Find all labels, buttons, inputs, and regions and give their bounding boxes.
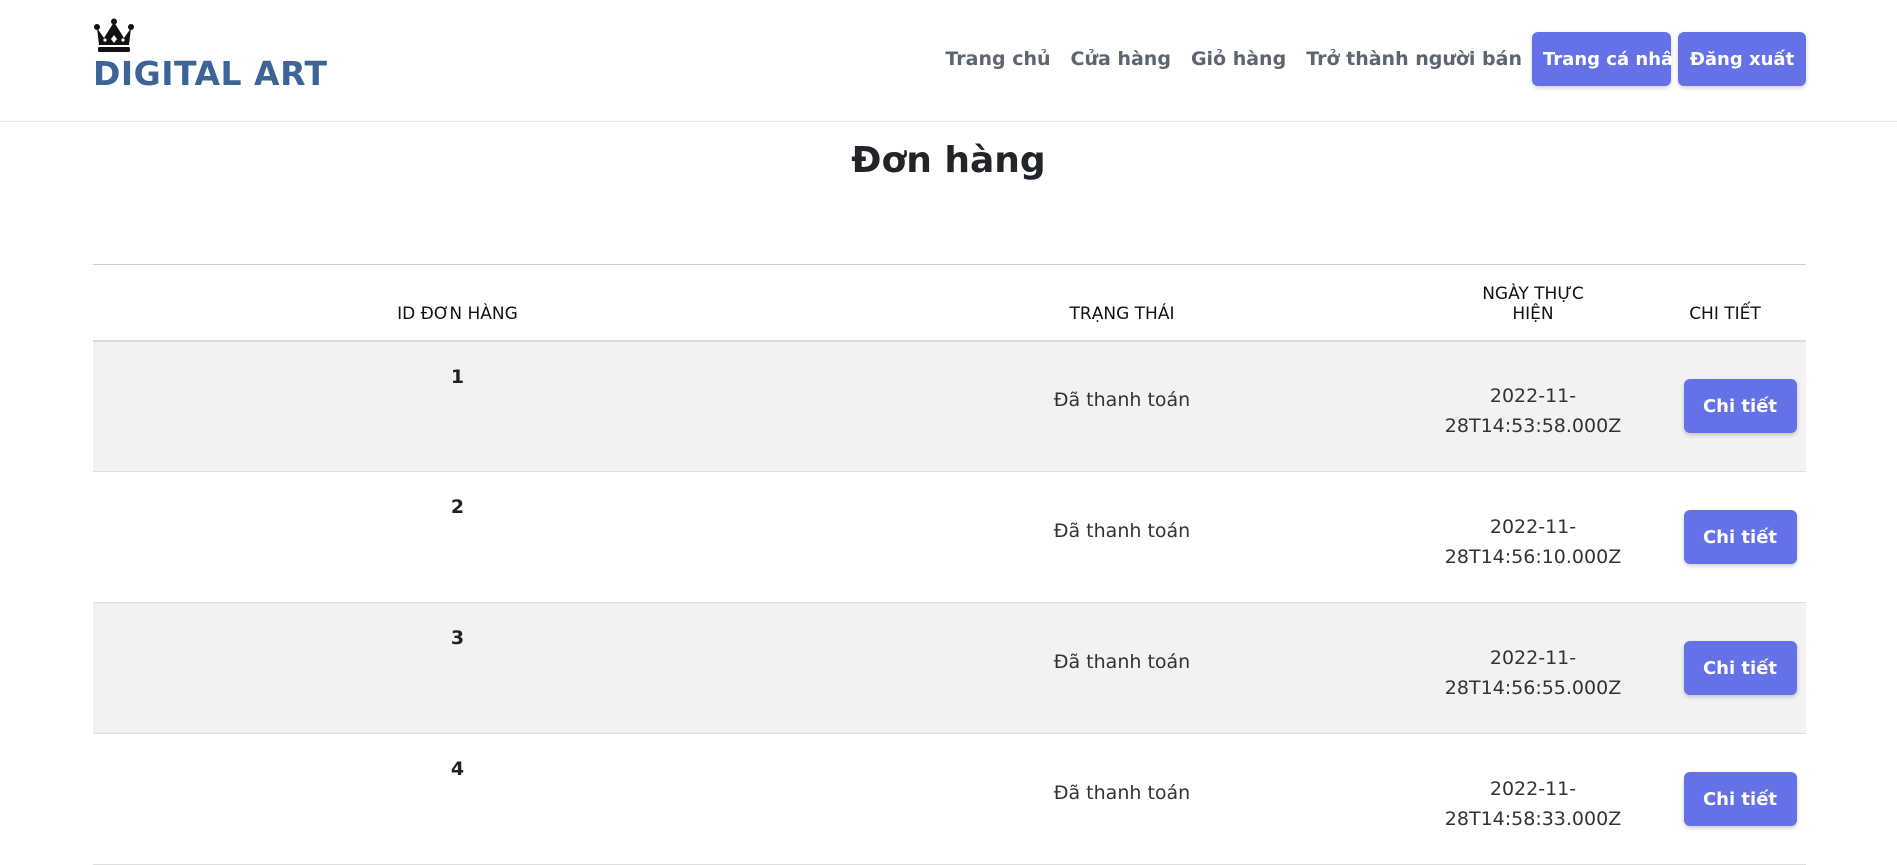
header-status: TRẠNG THÁI: [1069, 303, 1175, 324]
table-row: 4 Đã thanh toán 2022-11- 28T14:58:33.000…: [93, 733, 1806, 865]
main-nav: Trang chủ Cửa hàng Giỏ hàng Trở thành ng…: [945, 32, 1806, 86]
order-date-cell: 2022-11- 28T14:58:33.000Z: [1422, 734, 1644, 865]
order-date-line1: 2022-11-: [1489, 385, 1577, 408]
nav-link-home[interactable]: Trang chủ: [945, 48, 1050, 70]
order-date-line2: 28T14:56:10.000Z: [1444, 546, 1622, 568]
header-date-line1: NGÀY THỰC: [1482, 283, 1584, 304]
order-status-cell: Đã thanh toán: [1053, 520, 1191, 542]
order-action-cell: Chi tiết: [1644, 734, 1806, 865]
order-id-cell: 2: [450, 496, 465, 518]
order-date-line2: 28T14:53:58.000Z: [1444, 415, 1622, 438]
nav-link-become-seller[interactable]: Trở thành người bán: [1306, 48, 1522, 70]
site-header: DIGITAL ART Trang chủ Cửa hàng Giỏ hàng …: [0, 0, 1897, 122]
order-status-cell: Đã thanh toán: [1053, 782, 1191, 804]
nav-link-shop[interactable]: Cửa hàng: [1071, 48, 1171, 70]
order-date-line1: 2022-11-: [1489, 778, 1577, 800]
header-date: NGÀY THỰC HIỆN: [1422, 265, 1644, 341]
table-header-row: ID ĐƠN HÀNG TRẠNG THÁI NGÀY THỰC HIỆN CH…: [93, 264, 1806, 341]
order-date-cell: 2022-11- 28T14:56:10.000Z: [1422, 472, 1644, 603]
table-row: 3 Đã thanh toán 2022-11- 28T14:56:55.000…: [93, 602, 1806, 734]
order-detail-button[interactable]: Chi tiết: [1683, 510, 1797, 564]
order-date-line1: 2022-11-: [1489, 647, 1577, 669]
brand-name: DIGITAL ART: [93, 54, 328, 93]
order-action-cell: Chi tiết: [1644, 472, 1806, 603]
nav-link-cart[interactable]: Giỏ hàng: [1191, 48, 1286, 70]
order-date-line2: 28T14:56:55.000Z: [1444, 677, 1622, 699]
order-id-cell: 4: [450, 758, 465, 780]
profile-button[interactable]: Trang cá nhân: [1532, 32, 1686, 86]
brand-logo[interactable]: DIGITAL ART: [93, 18, 328, 94]
logout-button[interactable]: Đăng xuất: [1678, 32, 1806, 86]
header-detail: CHI TIẾT: [1689, 303, 1761, 324]
crown-icon: [94, 18, 134, 52]
order-date-cell: 2022-11- 28T14:56:55.000Z: [1422, 603, 1644, 734]
order-id-cell: 3: [450, 627, 465, 649]
order-detail-button[interactable]: Chi tiết: [1683, 772, 1797, 826]
order-id-cell: 1: [450, 365, 465, 388]
page-title: Đơn hàng: [851, 140, 1046, 181]
order-detail-button[interactable]: Chi tiết: [1683, 379, 1797, 434]
order-action-cell: Chi tiết: [1644, 603, 1806, 734]
order-date-line2: 28T14:58:33.000Z: [1444, 808, 1622, 830]
order-status-cell: Đã thanh toán: [1053, 389, 1191, 412]
header-date-line2: HIỆN: [1512, 303, 1554, 324]
order-detail-button[interactable]: Chi tiết: [1683, 641, 1797, 695]
order-action-cell: Chi tiết: [1644, 341, 1806, 472]
header-order-id: ID ĐƠN HÀNG: [397, 303, 518, 324]
table-row: 1 Đã thanh toán 2022-11- 28T14:53:58.000…: [93, 340, 1806, 472]
order-date-cell: 2022-11- 28T14:53:58.000Z: [1422, 341, 1644, 472]
table-row: 2 Đã thanh toán 2022-11- 28T14:56:10.000…: [93, 471, 1806, 603]
order-status-cell: Đã thanh toán: [1053, 651, 1191, 673]
orders-table: ID ĐƠN HÀNG TRẠNG THÁI NGÀY THỰC HIỆN CH…: [93, 264, 1806, 865]
order-date-line1: 2022-11-: [1489, 516, 1577, 538]
